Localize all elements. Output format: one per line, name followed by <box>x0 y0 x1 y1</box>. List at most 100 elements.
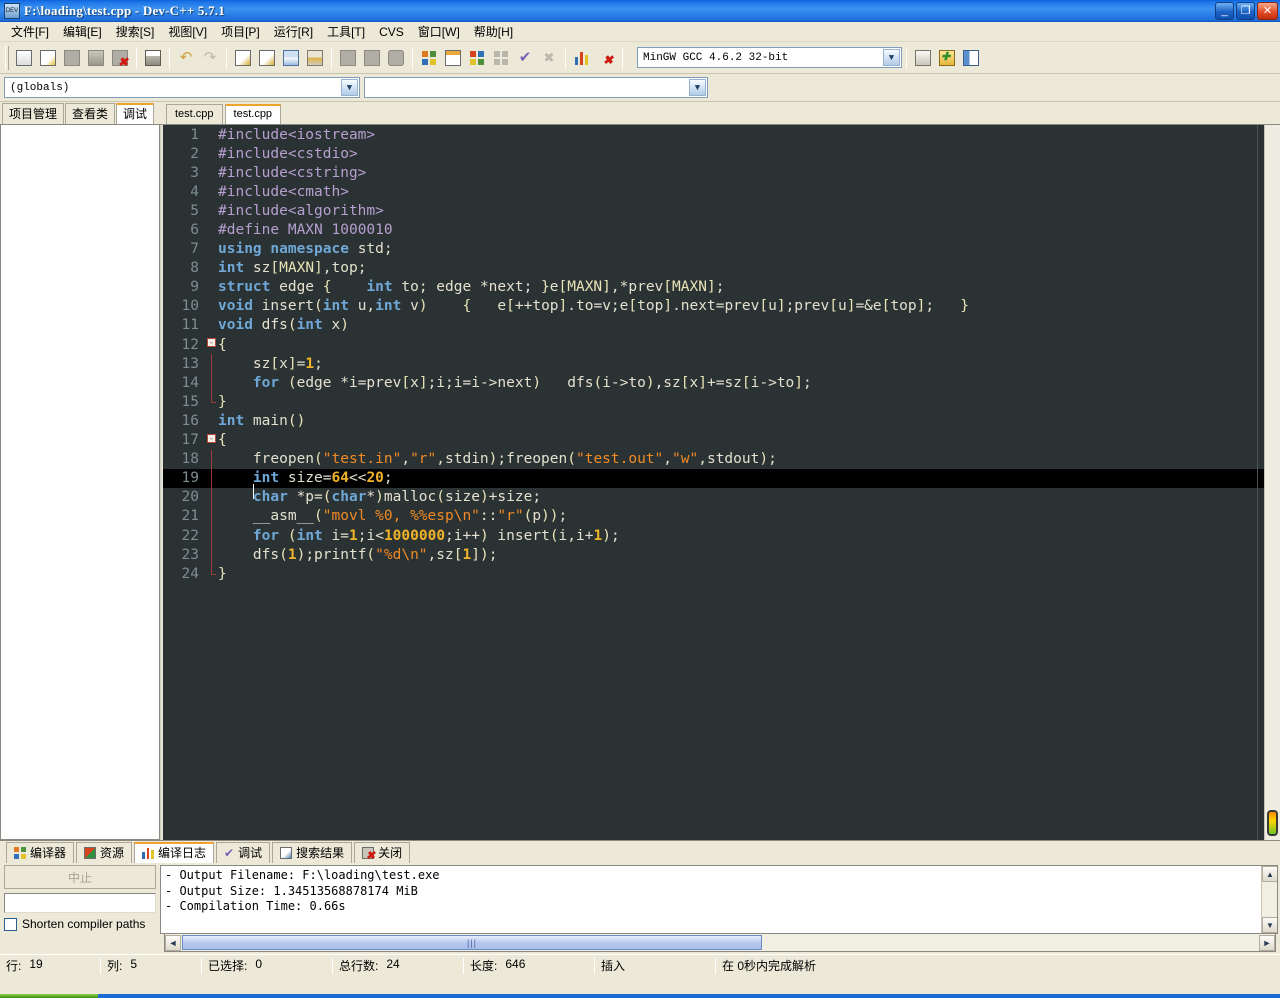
scroll-left-icon[interactable]: ◄ <box>165 934 181 951</box>
tab-search-results[interactable]: 搜索结果 <box>272 842 353 863</box>
toolbar-grip[interactable] <box>5 45 9 70</box>
new-window-button[interactable] <box>911 46 935 70</box>
maximize-button[interactable]: ❐ <box>1236 2 1255 20</box>
code-line[interactable]: 2 #include<cstdio> <box>163 144 1280 163</box>
log-vertical-scrollbar[interactable]: ▲ ▼ <box>1261 866 1277 933</box>
menu-item-view[interactable]: 视图[V] <box>161 21 214 42</box>
close-file-button[interactable]: ✖ <box>108 46 132 70</box>
code-line[interactable]: 11 void dfs(int x) <box>163 316 1280 335</box>
menu-item-search[interactable]: 搜索[S] <box>109 21 162 42</box>
compile-progress-field[interactable] <box>4 893 156 913</box>
new-file-button[interactable] <box>12 46 36 70</box>
chevron-down-icon[interactable]: ▼ <box>341 79 358 96</box>
run-button[interactable] <box>441 46 465 70</box>
code-line[interactable]: 15} <box>163 392 1280 411</box>
delete-profile-button[interactable]: ✖ <box>594 46 618 70</box>
scroll-down-icon[interactable]: ▼ <box>1262 917 1277 933</box>
code-line[interactable]: 7 using namespace std; <box>163 240 1280 259</box>
print-button[interactable] <box>141 46 165 70</box>
shorten-paths-row[interactable]: Shorten compiler paths <box>4 917 156 931</box>
stop-execution-button[interactable]: ✖ <box>537 46 561 70</box>
log-hscroll-thumb[interactable]: ||| <box>182 935 762 950</box>
scroll-up-icon[interactable]: ▲ <box>1262 866 1277 882</box>
goto-function-button[interactable] <box>303 46 327 70</box>
code-line[interactable]: 13 sz[x]=1; <box>163 354 1280 374</box>
menu-item-file[interactable]: 文件[F] <box>4 21 56 42</box>
undo-button[interactable]: ↶ <box>174 46 198 70</box>
menu-item-run[interactable]: 运行[R] <box>267 21 320 42</box>
editor-tab-2[interactable]: test.cpp <box>224 104 282 124</box>
code-line[interactable]: 5 #include<algorithm> <box>163 201 1280 220</box>
tab-debug[interactable]: 调试 <box>116 103 155 124</box>
code-line[interactable]: 9 struct edge { int to; edge *next; }e[MA… <box>163 278 1280 297</box>
close-button[interactable]: ✕ <box>1257 2 1278 20</box>
fold-toggle-icon[interactable]: - <box>205 431 218 450</box>
tab-class-browser[interactable]: 查看类 <box>65 103 116 124</box>
editor-tab-1[interactable]: test.cpp <box>166 104 223 124</box>
menu-item-window[interactable]: 窗口[W] <box>411 21 467 42</box>
menu-item-cvs[interactable]: CVS <box>372 23 411 41</box>
tab-resource[interactable]: 资源 <box>76 842 133 863</box>
add-to-project-button[interactable]: ✚ <box>935 46 959 70</box>
code-line[interactable]: 10 void insert(int u,int v) { e[++top].to… <box>163 297 1280 316</box>
code-line[interactable]: 23 dfs(1);printf("%d\n",sz[1]); <box>163 545 1280 565</box>
log-horizontal-scrollbar[interactable]: ◄ ||| ► <box>164 934 1276 952</box>
compiler-select[interactable]: MinGW GCC 4.6.2 32-bit ▼ <box>637 47 902 68</box>
chevron-down-icon[interactable]: ▼ <box>689 79 706 96</box>
toggle-panel-button[interactable] <box>959 46 983 70</box>
compile-button[interactable] <box>417 46 441 70</box>
code-line[interactable]: 24} <box>163 564 1280 583</box>
save-file-button[interactable] <box>60 46 84 70</box>
rebuild-all-button[interactable] <box>489 46 513 70</box>
compile-run-button[interactable] <box>465 46 489 70</box>
insert-template-button[interactable] <box>384 46 408 70</box>
menu-item-tools[interactable]: 工具[T] <box>320 21 372 42</box>
fold-minus-icon[interactable]: - <box>207 433 216 443</box>
forward-button[interactable] <box>360 46 384 70</box>
symbol-select[interactable]: ▼ <box>364 77 708 98</box>
tab-debug-panel[interactable]: ✔ 调试 <box>216 842 271 863</box>
profile-button[interactable] <box>570 46 594 70</box>
find-button[interactable] <box>231 46 255 70</box>
code-line[interactable]: 19 int size=64<<20; <box>163 468 1280 500</box>
code-line[interactable]: 3 #include<cstring> <box>163 163 1280 182</box>
editor-scroll-thumb[interactable] <box>1267 810 1278 836</box>
tab-close-panel[interactable]: ✖ 关闭 <box>354 842 411 863</box>
minimize-button[interactable]: _ <box>1215 2 1234 20</box>
redo-button[interactable]: ↷ <box>198 46 222 70</box>
code-line[interactable]: 20 char *p=(char*)malloc(size)+size; <box>163 487 1280 507</box>
menu-item-help[interactable]: 帮助[H] <box>467 21 520 42</box>
code-editor[interactable]: 1 #include<iostream> 2 #include<cstdio> 3 #in… <box>160 124 1280 840</box>
code-line[interactable]: 14 for (edge *i=prev[x];i;i=i->next) dfs… <box>163 373 1280 393</box>
scroll-right-icon[interactable]: ► <box>1259 934 1275 951</box>
tab-compiler[interactable]: 编译器 <box>6 842 75 863</box>
code-line[interactable]: 12-{ <box>163 335 1280 354</box>
compile-log-box[interactable]: - Output Filename: F:\loading\test.exe -… <box>160 865 1278 934</box>
code-line[interactable]: 8 int sz[MAXN],top; <box>163 259 1280 278</box>
fold-minus-icon[interactable]: - <box>207 338 216 348</box>
goto-line-button[interactable] <box>279 46 303 70</box>
code-line[interactable]: 18 freopen("test.in","r",stdin);freopen(… <box>163 449 1280 469</box>
back-button[interactable] <box>336 46 360 70</box>
shorten-paths-checkbox[interactable] <box>4 917 17 931</box>
menu-item-project[interactable]: 项目[P] <box>214 21 267 42</box>
chevron-down-icon[interactable]: ▼ <box>883 49 900 66</box>
editor-vertical-scrollbar[interactable] <box>1264 125 1280 840</box>
replace-button[interactable] <box>255 46 279 70</box>
code-line[interactable]: 4 #include<cmath> <box>163 182 1280 201</box>
open-file-button[interactable] <box>36 46 60 70</box>
tab-compile-log[interactable]: 编译日志 <box>134 842 215 863</box>
scope-select[interactable]: (globals) ▼ <box>4 77 360 98</box>
save-all-button[interactable] <box>84 46 108 70</box>
abort-button[interactable]: 中止 <box>4 865 156 889</box>
debug-pane[interactable] <box>0 124 160 840</box>
code-line[interactable]: 17-{ <box>163 431 1280 450</box>
code-line[interactable]: 16 int main() <box>163 411 1280 430</box>
syntax-check-button[interactable]: ✔ <box>513 46 537 70</box>
tab-project-manager[interactable]: 项目管理 <box>2 103 65 124</box>
fold-toggle-icon[interactable]: - <box>205 335 218 354</box>
code-line[interactable]: 21 __asm__("movl %0, %%esp\n"::"r"(p)); <box>163 506 1280 526</box>
code-line[interactable]: 6 #define MAXN 1000010 <box>163 220 1280 239</box>
code-line[interactable]: 1 #include<iostream> <box>163 125 1280 144</box>
code-lines[interactable]: 1 #include<iostream> 2 #include<cstdio> 3 #in… <box>163 125 1280 840</box>
